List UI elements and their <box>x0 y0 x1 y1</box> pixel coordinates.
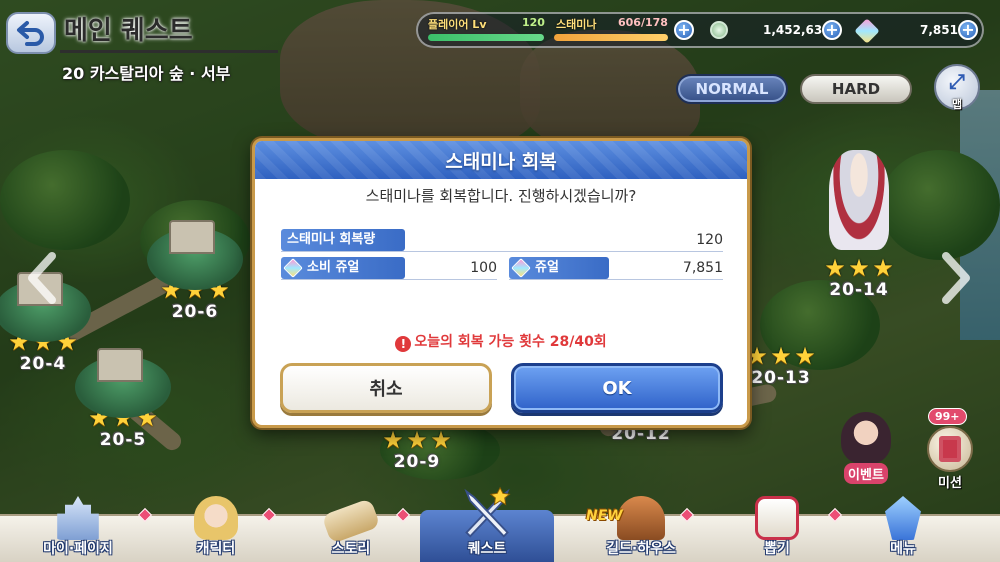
stage-label: 20-6 <box>171 302 219 322</box>
map-button[interactable]: ⤢ 맵 <box>934 64 980 111</box>
stage-label: 20-9 <box>393 452 441 472</box>
nav-guild-house[interactable]: 길드·하우스 <box>576 496 706 562</box>
nav-mypage[interactable]: 마이·페이지 <box>18 496 138 562</box>
guild-house-icon <box>617 496 665 540</box>
warning-text: 오늘의 회복 가능 횟수 28/40회 <box>414 334 607 350</box>
stamina-value: 606/178 <box>618 16 668 29</box>
character-icon <box>194 496 238 540</box>
mission-button[interactable]: 99+ 미션 <box>920 408 980 491</box>
nav-label: 뽑기 <box>764 541 790 557</box>
nav-label: 길드·하우스 <box>606 541 676 557</box>
mission-label: 미션 <box>938 476 962 491</box>
mana-coin-icon <box>710 21 728 39</box>
crossed-swords-icon <box>464 486 511 538</box>
cancel-button[interactable]: 취소 <box>280 363 492 413</box>
normal-mode-tab[interactable]: NORMAL <box>676 74 788 104</box>
cliff <box>520 30 700 150</box>
jewel-balance-label-box: 쥬얼 <box>509 257 609 279</box>
player-level-label: 플레이어 Lv <box>428 18 487 31</box>
row-divider <box>281 279 497 280</box>
jewel-plus-button[interactable]: + <box>958 20 978 40</box>
mission-icon <box>927 426 973 472</box>
area-subtitle: 20 카스탈리아 숲 · 서부 <box>62 64 231 83</box>
warning-icon: ! <box>395 336 412 352</box>
nav-label: 퀘스트 <box>467 541 507 557</box>
gacha-icon <box>755 496 799 540</box>
jewel-balance-label: 쥬얼 <box>535 260 559 275</box>
stage-island <box>147 220 243 290</box>
new-tag: NEW <box>586 508 623 524</box>
nav-label: 메뉴 <box>890 541 916 557</box>
page-title: 메인 퀘스트 <box>64 16 193 46</box>
castle-icon <box>57 496 99 540</box>
jewel-balance-value: 7,851 <box>682 260 723 276</box>
row-divider <box>281 251 723 252</box>
nav-quest[interactable]: 퀘스트 <box>420 486 554 562</box>
recovery-amount-row: 스태미나 회복량 120 <box>281 229 723 252</box>
player-level-value: 120 <box>522 16 545 29</box>
nav-label: 스토리 <box>331 541 371 557</box>
hard-mode-tab[interactable]: HARD <box>800 74 912 104</box>
back-arrow-icon <box>17 21 44 46</box>
stage-stars: ★ ★ ★ <box>824 254 894 282</box>
stamina-recovery-dialog: 스태미나 회복 스태미나를 회복합니다. 진행하시겠습니까? 스태미나 회복량 … <box>252 138 750 428</box>
jewel-cost-label-box: 소비 쥬얼 <box>281 257 405 279</box>
title-underline <box>60 50 278 53</box>
mana-value: 1,452,630 <box>763 23 831 37</box>
dialog-title: 스태미나 회복 <box>445 150 557 173</box>
stage-node[interactable]: ★ ★ ★ 20-5 <box>68 348 178 450</box>
jewel-cost-row: 소비 쥬얼 100 <box>281 257 497 280</box>
stage-label: 20-5 <box>99 430 147 450</box>
nav-label: 캐릭터 <box>196 541 236 557</box>
jewel-value: 7,851 <box>920 23 958 37</box>
jewel-cost-value: 100 <box>470 260 497 276</box>
stage-island <box>75 348 171 418</box>
forest <box>0 150 130 250</box>
dialog-header: 스태미나 회복 <box>255 141 747 179</box>
nav-character[interactable]: 캐릭터 <box>156 496 276 562</box>
dialog-message: 스태미나를 회복합니다. 진행하시겠습니까? <box>365 187 637 205</box>
back-button[interactable] <box>6 12 56 54</box>
nav-gacha[interactable]: 뽑기 <box>722 496 832 562</box>
nav-menu[interactable]: 메뉴 <box>848 496 958 562</box>
stage-node[interactable]: ★ ★ ★ 20-9 <box>362 428 472 472</box>
mission-count-badge: 99+ <box>928 408 967 425</box>
stamina-plus-button[interactable]: + <box>674 20 694 40</box>
player-exp-bar <box>428 34 544 41</box>
stage-label: 20-14 <box>829 280 889 300</box>
stage-node[interactable]: ★ ★ ★ 20-6 <box>140 220 250 322</box>
row-divider <box>509 279 723 280</box>
stage-node[interactable]: ★ ★ ★ 20-14 <box>804 150 914 300</box>
status-bar: 플레이어 Lv 120 스태미나 606/178 + 1,452,630 + 7… <box>416 12 984 48</box>
recovery-limit-warning: ! 오늘의 회복 가능 횟수 28/40회 <box>255 331 747 352</box>
jewel-icon <box>854 18 880 44</box>
stamina-label: 스태미나 <box>556 18 597 31</box>
stamina-bar <box>554 34 668 41</box>
mana-plus-button[interactable]: + <box>822 20 842 40</box>
prev-page-arrow-icon[interactable] <box>22 250 62 306</box>
jewel-balance-row: 쥬얼 7,851 <box>509 257 723 280</box>
recovery-amount-value: 120 <box>696 232 723 248</box>
nav-label: 마이·페이지 <box>43 541 113 557</box>
event-label: 이벤트 <box>844 463 888 484</box>
nav-story[interactable]: 스토리 <box>296 496 406 562</box>
jewel-icon <box>511 257 531 278</box>
stage-stars: ★ ★ ★ <box>382 426 452 454</box>
recovery-amount-label: 스태미나 회복량 <box>281 229 405 251</box>
event-character-icon <box>841 412 891 464</box>
event-button[interactable]: 이벤트 <box>834 412 898 486</box>
ok-button[interactable]: OK <box>511 363 723 413</box>
character-portrait <box>829 150 889 250</box>
crystal-icon <box>885 496 921 540</box>
next-page-arrow-icon[interactable] <box>936 250 976 306</box>
expand-arrows-icon: ⤢ <box>949 69 965 93</box>
jewel-cost-label: 소비 쥬얼 <box>307 260 360 275</box>
jewel-icon <box>283 257 303 278</box>
map-button-label: 맵 <box>951 98 963 111</box>
